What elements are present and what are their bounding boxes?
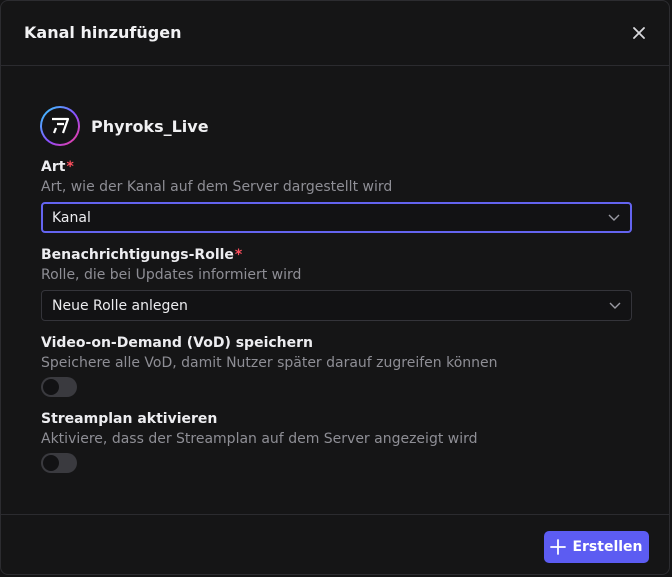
channel-avatar-icon xyxy=(40,106,80,146)
art-select-value: Kanal xyxy=(52,209,91,226)
required-mark: * xyxy=(234,247,243,263)
art-label-text: Art xyxy=(41,159,66,175)
dialog-title: Kanal hinzufügen xyxy=(24,23,182,42)
toggle-knob xyxy=(43,455,59,471)
create-button-label: Erstellen xyxy=(572,539,643,555)
vod-label: Video-on-Demand (VoD) speichern xyxy=(41,335,314,351)
add-channel-dialog: Kanal hinzufügen Phyroks_Live Art* Art, … xyxy=(0,0,670,575)
art-label: Art* xyxy=(41,159,74,175)
role-select-value: Neue Rolle anlegen xyxy=(52,297,188,314)
vod-description: Speichere alle VoD, damit Nutzer später … xyxy=(41,355,498,371)
chevron-down-icon xyxy=(608,214,620,221)
schedule-toggle[interactable] xyxy=(41,453,77,473)
dialog-header: Kanal hinzufügen xyxy=(1,1,669,66)
role-label: Benachrichtigungs-Rolle* xyxy=(41,247,242,263)
role-description: Rolle, die bei Updates informiert wird xyxy=(41,267,302,283)
footer-divider xyxy=(1,514,669,515)
create-button[interactable]: Erstellen xyxy=(544,531,649,563)
schedule-label: Streamplan aktivieren xyxy=(41,411,218,427)
art-select[interactable]: Kanal xyxy=(41,202,632,233)
vod-toggle[interactable] xyxy=(41,377,77,397)
toggle-knob xyxy=(43,379,59,395)
chevron-down-icon xyxy=(609,302,621,309)
channel-info: Phyroks_Live xyxy=(40,105,209,147)
art-description: Art, wie der Kanal auf dem Server darges… xyxy=(41,179,393,195)
plus-icon xyxy=(550,539,567,555)
role-select[interactable]: Neue Rolle anlegen xyxy=(41,290,632,321)
channel-name: Phyroks_Live xyxy=(91,116,209,136)
required-mark: * xyxy=(66,159,74,175)
close-icon[interactable] xyxy=(629,23,649,43)
schedule-description: Aktiviere, dass der Streamplan auf dem S… xyxy=(41,431,478,447)
role-label-text: Benachrichtigungs-Rolle xyxy=(41,247,234,263)
